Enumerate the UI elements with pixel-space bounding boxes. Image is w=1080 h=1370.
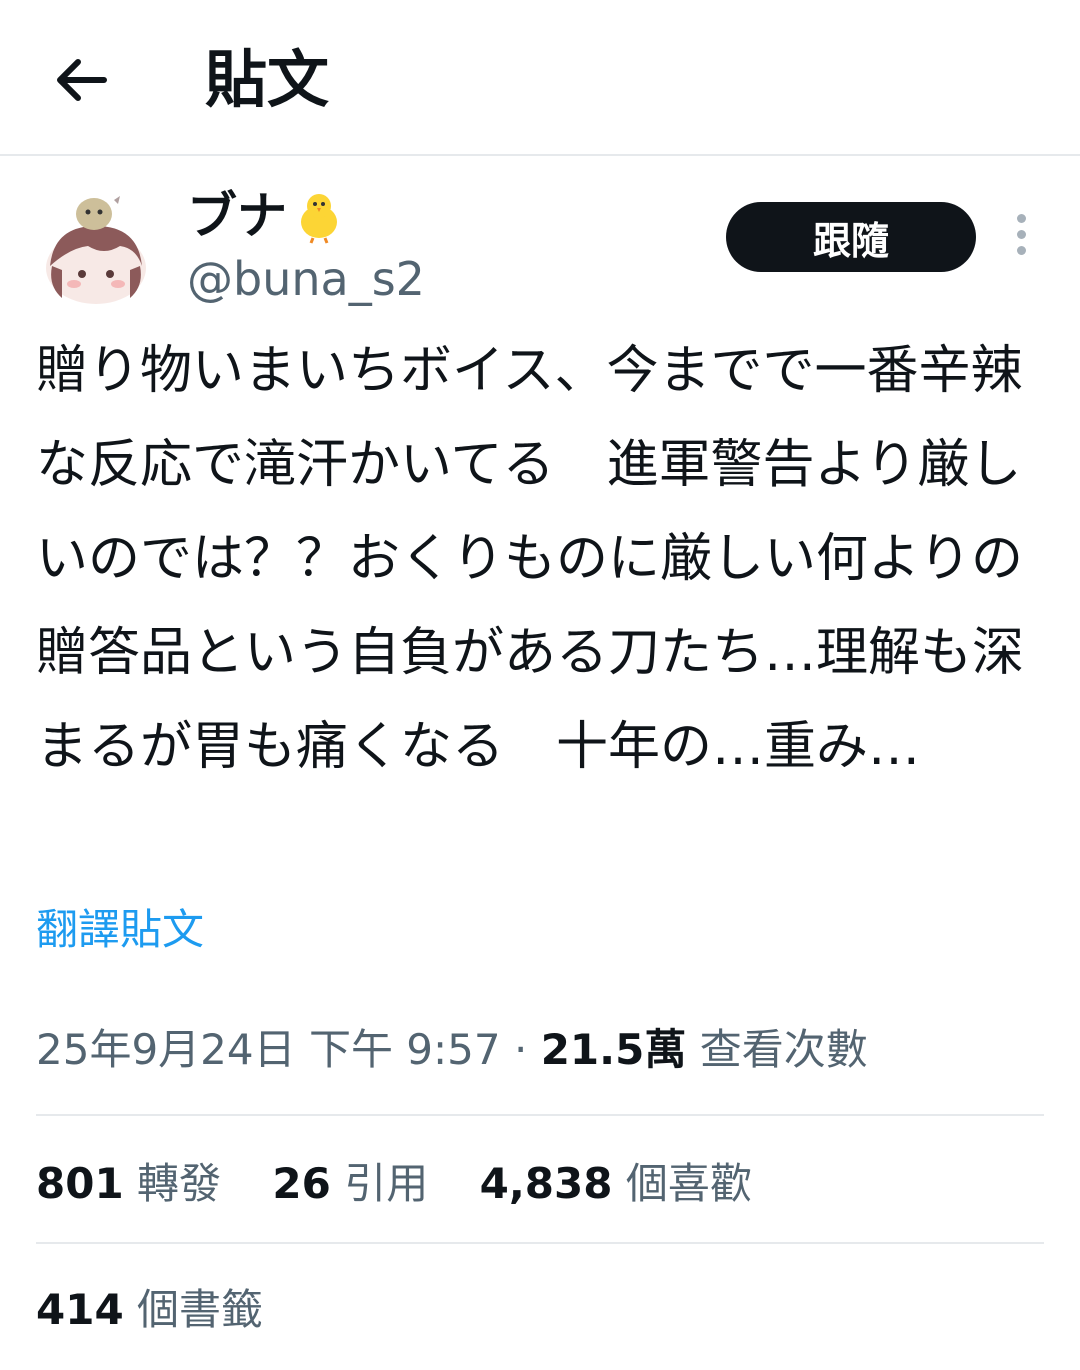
back-button[interactable] (50, 48, 114, 112)
quotes-count: 26 (272, 1159, 331, 1208)
engagement-stats: 801 轉發 26 引用 4,838 個喜歡 (36, 1152, 790, 1216)
retweets-label: 轉發 (137, 1159, 222, 1208)
translate-post-link[interactable]: 翻譯貼文 (36, 900, 204, 960)
follow-button[interactable]: 跟隨 (726, 202, 976, 272)
display-name-text: ブナ (187, 187, 287, 245)
author-display-name[interactable]: ブナ (187, 184, 347, 248)
likes-stat[interactable]: 4,838 個喜歡 (480, 1152, 752, 1216)
bookmarks-stat[interactable]: 414 個書籤 (36, 1278, 263, 1342)
meta-separator: · (500, 1025, 541, 1074)
likes-count: 4,838 (479, 1159, 613, 1208)
more-options-icon[interactable] (1006, 214, 1036, 260)
bookmarks-count: 414 (36, 1285, 124, 1334)
top-bar: 貼文 (0, 0, 1080, 156)
bookmarks-label: 個書籤 (137, 1285, 264, 1334)
page-title: 貼文 (205, 43, 330, 116)
retweets-stat[interactable]: 801 轉發 (36, 1152, 221, 1216)
avatar[interactable] (40, 186, 150, 306)
likes-label: 個喜歡 (625, 1159, 752, 1208)
arrow-left-icon (57, 59, 107, 101)
views-label: 查看次數 (699, 1025, 868, 1074)
author-handle[interactable]: @buna_s2 (187, 250, 425, 308)
post-text: 贈り物いまいちボイス、今までで一番辛辣な反応で滝汗かいてる 進軍警告より厳しいの… (36, 341, 1025, 777)
post-meta: 25年9月24日 下午 9:57 · 21.5萬 查看次數 (36, 1018, 868, 1082)
chick-emoji-icon (301, 194, 337, 244)
quotes-label: 引用 (344, 1159, 429, 1208)
retweets-count: 801 (36, 1159, 124, 1208)
post-timestamp[interactable]: 25年9月24日 下午 9:57 (36, 1025, 501, 1074)
divider (36, 1114, 1044, 1116)
views-count: 21.5萬 (540, 1025, 687, 1074)
divider (36, 1242, 1044, 1244)
quotes-stat[interactable]: 26 引用 (272, 1152, 428, 1216)
